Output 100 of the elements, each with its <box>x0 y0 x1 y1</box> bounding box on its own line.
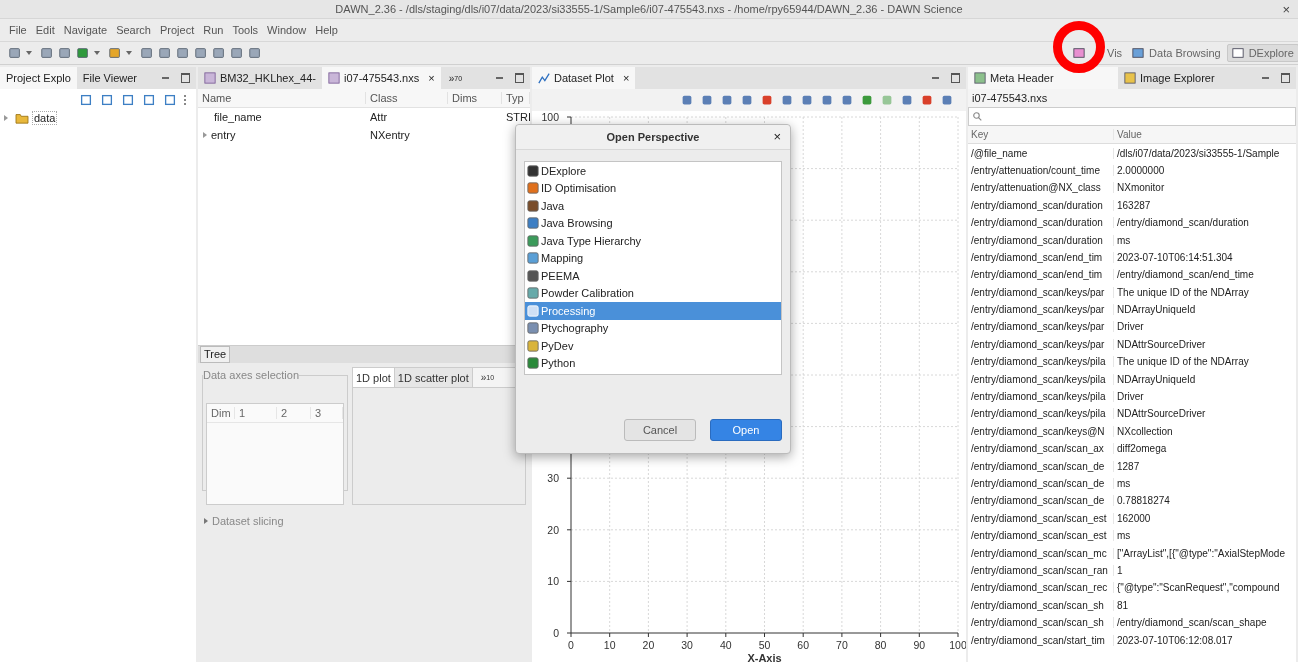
tab[interactable]: 1D plot <box>353 368 395 387</box>
menu-item[interactable]: Tools <box>232 24 259 36</box>
table-cell: /entry/diamond_scan/end_time <box>1117 269 1254 281</box>
table-cell: /entry/diamond_scan/scan_de <box>971 460 1105 472</box>
tab[interactable]: i07-475543.nxs × <box>322 67 441 89</box>
tick-label: 100 <box>949 638 966 651</box>
tick-label: 20 <box>547 523 559 536</box>
open-button[interactable]: Open <box>710 419 782 441</box>
tick-label: 100 <box>541 110 559 123</box>
tab[interactable]: Image Explorer <box>1118 67 1221 89</box>
close-button[interactable]: × <box>773 129 781 144</box>
perspective-icon <box>527 199 539 212</box>
list-item[interactable]: Mapping <box>525 249 781 267</box>
perspective-icon <box>527 322 539 335</box>
menu-item[interactable]: Project <box>160 24 195 36</box>
column-header[interactable]: 1 <box>235 407 277 419</box>
table-cell: /dls/i07/data/2023/si33555-1/Sample <box>1117 147 1280 159</box>
menu-item[interactable]: Search <box>116 24 151 36</box>
maximize-icon[interactable] <box>181 73 190 83</box>
list-item[interactable]: PEEMA <box>525 267 781 285</box>
tick-label: 30 <box>547 472 559 485</box>
tab[interactable]: BM32_HKLhex_44- <box>198 67 322 89</box>
list-item[interactable]: Java Browsing <box>525 214 781 232</box>
column-header[interactable]: Name <box>198 92 366 104</box>
list-item[interactable]: Powder Calibration <box>525 284 781 302</box>
perspective-button[interactable]: Data Browsing <box>1128 45 1225 61</box>
tick-label: 90 <box>913 638 926 651</box>
table-cell: ms <box>1117 530 1131 542</box>
list-item[interactable]: PyDev <box>525 337 781 355</box>
table-cell: /entry/diamond_scan/scan_ran <box>971 564 1108 576</box>
table-cell: /entry/diamond_scan/duration <box>971 217 1103 229</box>
list-item[interactable]: Java Type Hierarchy <box>525 232 781 250</box>
table-cell: NDAttrSourceDriver <box>1117 408 1206 420</box>
expand-arrow-icon[interactable] <box>203 132 207 138</box>
column-header[interactable]: Dims <box>448 92 502 104</box>
column-header[interactable]: Key <box>968 129 1114 141</box>
perspective-icon <box>1231 47 1244 59</box>
table-cell: /entry/diamond_scan/scan_shape <box>1117 617 1267 629</box>
table-cell: /entry/diamond_scan/end_tim <box>971 269 1103 281</box>
tick-label: 10 <box>603 638 616 651</box>
table-cell: /entry/diamond_scan/scan_est <box>971 512 1107 524</box>
column-header[interactable]: 2 <box>277 407 311 419</box>
table-cell: /entry/attenuation@NX_class <box>971 182 1101 194</box>
caret-icon[interactable] <box>26 51 32 55</box>
menu-item[interactable]: Help <box>315 24 338 36</box>
expand-arrow-icon[interactable] <box>204 518 208 524</box>
maximize-icon[interactable] <box>515 73 524 83</box>
search-field[interactable] <box>968 107 1296 126</box>
list-item[interactable]: Ptychography <box>525 319 781 337</box>
perspective-icon <box>527 339 539 352</box>
tab[interactable]: File Viewer <box>76 67 144 89</box>
perspective-button[interactable]: DExplore <box>1226 44 1298 62</box>
list-item[interactable]: ID Optimisation <box>525 179 781 197</box>
menu-item[interactable]: Run <box>203 24 224 36</box>
expand-arrow-icon[interactable] <box>4 115 8 121</box>
search-icon <box>972 111 983 122</box>
table-cell: /entry/diamond_scan/end_tim <box>971 251 1103 263</box>
perspective-icon <box>527 164 539 177</box>
table-cell: ms <box>1117 478 1131 489</box>
list-item[interactable]: DExplore <box>525 162 781 180</box>
list-item[interactable]: Python <box>525 354 781 372</box>
menu-item[interactable]: Navigate <box>63 24 108 36</box>
column-header[interactable]: Value <box>1114 129 1296 141</box>
table-cell: /entry/diamond_scan/keys/pila <box>971 391 1106 403</box>
table-cell: Driver <box>1117 321 1144 333</box>
table-cell: 0.78818274 <box>1117 495 1170 507</box>
caret-icon[interactable] <box>94 51 100 55</box>
table-cell: 2023-07-10T06:12:08.017 <box>1117 634 1233 646</box>
list-item[interactable]: Java <box>525 197 781 215</box>
column-header[interactable]: Typ <box>502 92 530 104</box>
column-header[interactable]: Dim <box>207 407 235 419</box>
perspective-icon <box>527 252 539 265</box>
perspective-icon <box>527 287 539 300</box>
maximize-icon[interactable] <box>1281 73 1290 83</box>
table-cell: /entry/diamond_scan/scan_sh <box>971 599 1104 611</box>
close-button[interactable]: × <box>1282 2 1290 17</box>
column-header[interactable]: Class <box>366 92 448 104</box>
tab[interactable]: Meta Header <box>968 67 1118 89</box>
table-cell: diff2omega <box>1117 443 1167 455</box>
menu-item[interactable]: Window <box>267 24 307 36</box>
maximize-icon[interactable] <box>951 73 960 83</box>
table-cell: /entry/diamond_scan/scan_sh <box>971 617 1104 629</box>
perspective-icon <box>527 269 539 282</box>
file-icon <box>328 72 340 84</box>
axis-title: X-Axis <box>747 651 782 662</box>
table-cell: /entry/diamond_scan/duration <box>1117 217 1249 229</box>
menu-item[interactable]: Edit <box>35 24 55 36</box>
tab[interactable]: Tree <box>200 346 231 363</box>
column-header[interactable]: 3 <box>311 407 343 419</box>
cancel-button[interactable]: Cancel <box>624 419 696 441</box>
menu-item[interactable]: File <box>9 24 27 36</box>
tab[interactable]: 1D scatter plot <box>394 368 473 387</box>
tab[interactable]: Project Explo <box>0 67 77 89</box>
caret-icon[interactable] <box>126 51 132 55</box>
perspective-button[interactable]: Vis <box>1068 45 1127 61</box>
tree-item[interactable]: data <box>32 111 58 125</box>
table-cell: 2023-07-10T06:14:51.304 <box>1117 251 1233 263</box>
table-cell: NXcollection <box>1117 425 1173 437</box>
table-cell: 163287 <box>1117 199 1151 211</box>
tab[interactable]: Dataset Plot × <box>532 67 636 89</box>
